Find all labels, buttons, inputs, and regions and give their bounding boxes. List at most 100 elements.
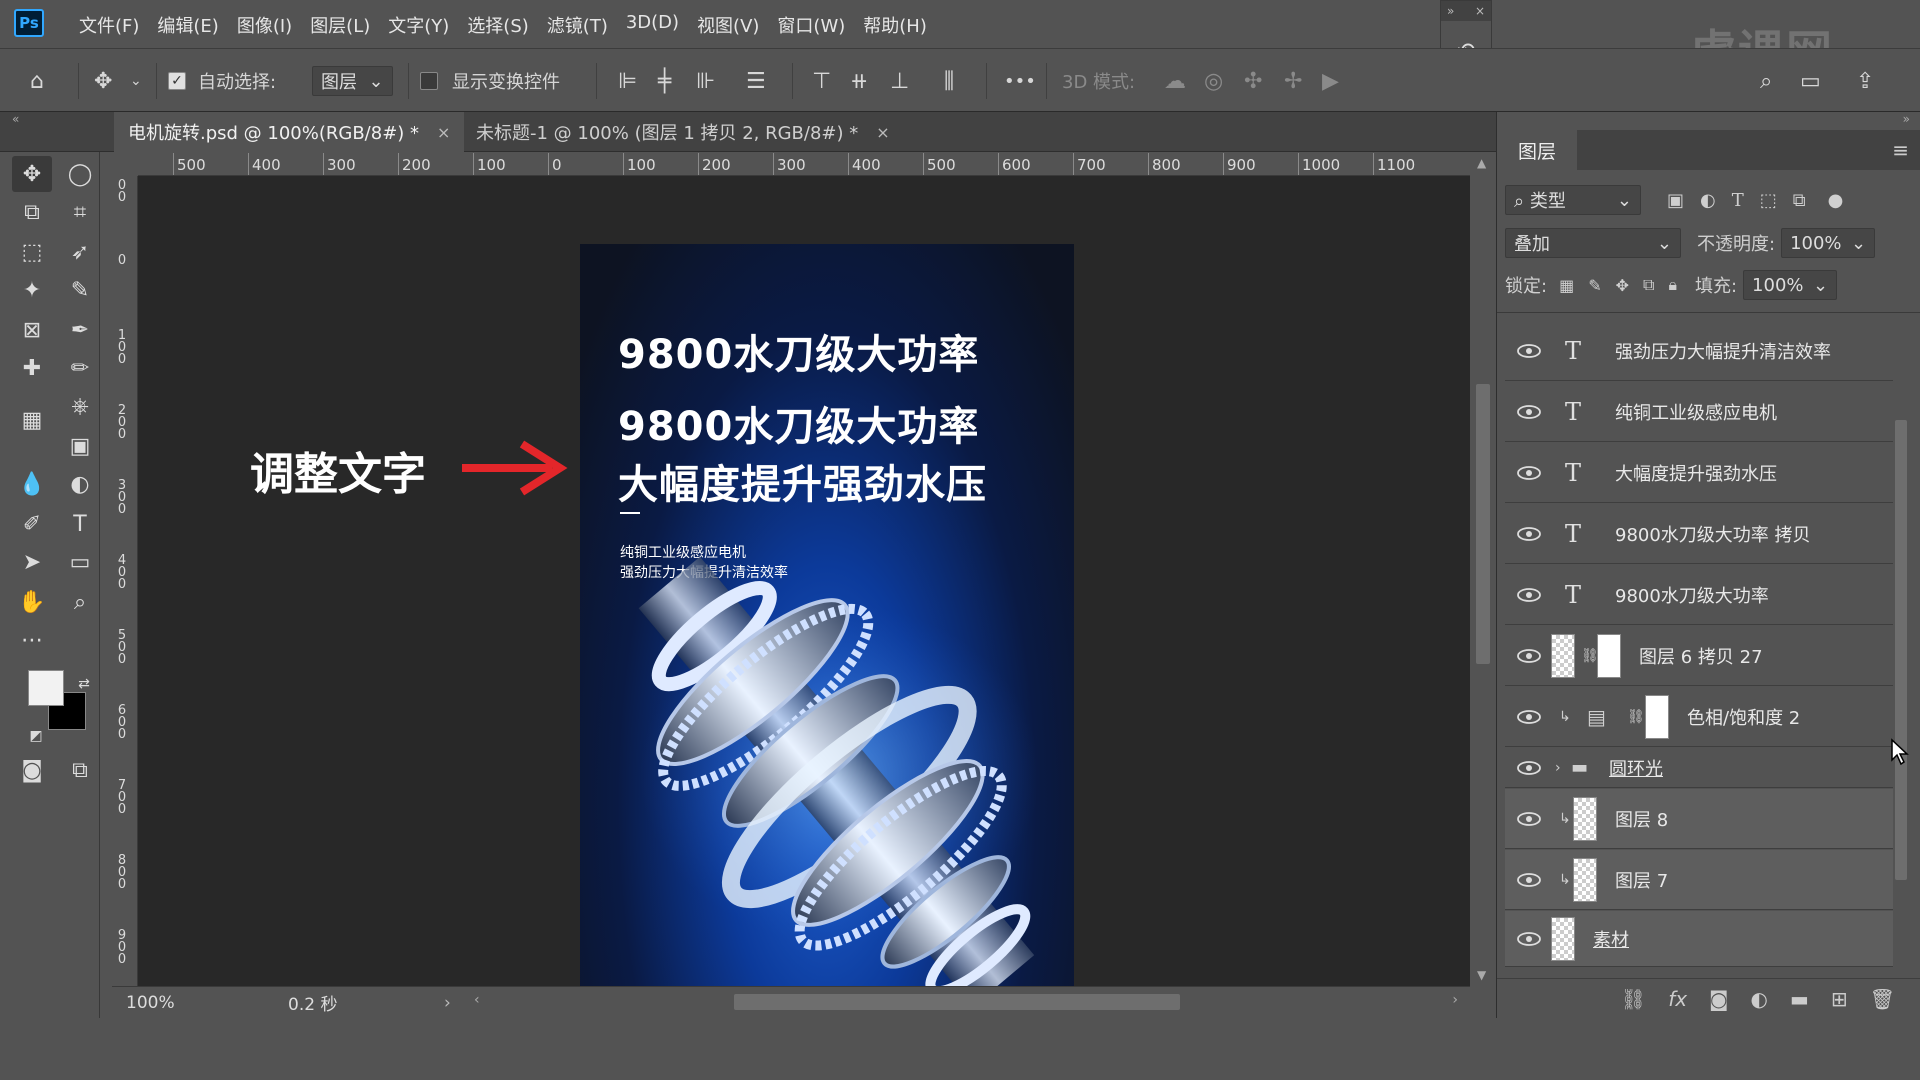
artboard-tool-icon[interactable]: ⧉ <box>12 194 52 230</box>
layer-group-row[interactable]: › ▬ 圆环光 <box>1505 748 1893 788</box>
screen-mode-icon[interactable]: ⧉ <box>60 752 100 788</box>
scroll-up-icon[interactable]: ▲ <box>1477 156 1486 170</box>
filter-pixel-icon[interactable]: ▣ <box>1667 190 1684 211</box>
scroll-down-icon[interactable]: ▼ <box>1477 968 1486 982</box>
filter-type-icon[interactable]: T <box>1732 190 1744 211</box>
layer-thumbnail[interactable] <box>1573 858 1597 902</box>
layer-row[interactable]: T 纯铜工业级感应电机 <box>1505 382 1893 442</box>
layer-row[interactable]: T 9800水刀级大功率 拷贝 <box>1505 504 1893 564</box>
align-hcenter-icon[interactable]: ╪ <box>658 49 671 113</box>
menu-3d[interactable]: 3D(D) <box>617 12 688 38</box>
menu-help[interactable]: 帮助(H) <box>854 12 936 38</box>
new-group-icon[interactable]: ▬ <box>1790 987 1809 1011</box>
gradient-tool-icon[interactable]: ▣ <box>60 428 100 464</box>
pen-tool-icon[interactable]: ✐ <box>12 506 52 542</box>
canvas-vertical-scrollbar[interactable]: ▲ ▼ <box>1470 152 1496 986</box>
menu-select[interactable]: 选择(S) <box>458 12 537 38</box>
link-chain-icon[interactable]: ⛓ <box>1627 709 1645 725</box>
menu-edit[interactable]: 编辑(E) <box>148 12 227 38</box>
align-left-icon[interactable]: ⊫ <box>618 49 637 113</box>
filter-smart-object-icon[interactable]: ⧉ <box>1793 190 1806 211</box>
layers-scrollbar[interactable] <box>1893 320 1909 970</box>
hue-saturation-icon[interactable]: ▤ <box>1587 705 1606 729</box>
filter-toggle-icon[interactable]: ● <box>1828 190 1844 211</box>
add-mask-icon[interactable]: ◙ <box>1709 987 1728 1011</box>
headline-3[interactable]: 大幅度提升强劲水压 <box>618 452 987 510</box>
menu-filter[interactable]: 滤镜(T) <box>538 12 617 38</box>
filter-shape-icon[interactable]: ⬚ <box>1760 190 1777 211</box>
close-icon[interactable]: × <box>1475 4 1485 18</box>
filter-adjustment-icon[interactable]: ◐ <box>1700 190 1716 211</box>
tab-untitled-1[interactable]: 未标题-1 @ 100% (图层 1 拷贝 2, RGB/8#) * × <box>462 112 904 152</box>
move-tool-icon[interactable]: ✥ <box>12 156 52 192</box>
visibility-eye-icon[interactable] <box>1517 343 1541 359</box>
expand-icon[interactable]: » <box>1447 4 1454 18</box>
type-tool-icon[interactable]: T <box>60 506 100 542</box>
menu-type[interactable]: 文字(Y) <box>379 12 458 38</box>
zoom-level[interactable]: 100% <box>126 993 175 1013</box>
move-tool-icon[interactable]: ✥ <box>94 49 112 113</box>
headline-2[interactable]: 9800水刀级大功率 <box>618 394 979 452</box>
document-canvas[interactable]: 9800水刀级大功率 9800水刀级大功率 大幅度提升强劲水压 纯铜工业级感应电… <box>580 244 1074 986</box>
default-colors-icon[interactable]: ◩ <box>16 718 56 754</box>
panel-menu-icon[interactable]: ≡ <box>1892 138 1909 162</box>
fill-field[interactable]: 100% ⌄ <box>1743 270 1838 300</box>
layer-row[interactable]: T 大幅度提升强劲水压 <box>1505 443 1893 503</box>
3d-slide-icon[interactable]: ✢ <box>1284 49 1302 113</box>
visibility-eye-icon[interactable] <box>1517 648 1541 664</box>
lock-position-icon[interactable]: ✥ <box>1616 276 1629 295</box>
tab-motor-psd[interactable]: 电机旋转.psd @ 100%(RGB/8#) * × <box>114 112 465 152</box>
align-vcenter-icon[interactable]: ⧺ <box>850 49 868 113</box>
layers-scroll-thumb[interactable] <box>1895 420 1907 880</box>
collapse-toolbar-icon[interactable]: « <box>12 112 19 126</box>
menu-layer[interactable]: 图层(L) <box>301 12 379 38</box>
foreground-color-swatch[interactable] <box>28 670 64 706</box>
distribute-icon[interactable]: ☰ <box>746 49 766 113</box>
layer-row[interactable]: T 9800水刀级大功率 <box>1505 565 1893 625</box>
layer-thumbnail[interactable] <box>1573 797 1597 841</box>
visibility-eye-icon[interactable] <box>1517 587 1541 603</box>
status-expand-icon[interactable]: › <box>444 993 451 1013</box>
show-transform-checkbox[interactable] <box>420 49 438 113</box>
adjustment-mask-thumbnail[interactable] <box>1645 695 1669 739</box>
dodge-tool-icon[interactable]: ◐ <box>60 466 100 502</box>
menu-view[interactable]: 视图(V) <box>688 12 768 38</box>
menu-window[interactable]: 窗口(W) <box>768 12 854 38</box>
rect-marquee-icon[interactable]: ⬚ <box>12 234 52 270</box>
3d-camera-icon[interactable]: ▶ <box>1322 49 1339 113</box>
new-layer-icon[interactable]: ⊞ <box>1831 987 1848 1011</box>
layer-thumbnail[interactable] <box>1551 634 1575 678</box>
ellipse-marquee-icon[interactable]: ◯ <box>60 156 100 192</box>
search-icon[interactable]: ⌕ <box>1760 49 1772 113</box>
quick-mask-icon[interactable]: ◙ <box>12 752 52 788</box>
lock-transparent-icon[interactable]: ▦ <box>1559 276 1574 295</box>
headline-1[interactable]: 9800水刀级大功率 <box>618 322 979 380</box>
more-tools-icon[interactable]: ⋯ <box>12 622 52 658</box>
visibility-eye-icon[interactable] <box>1517 811 1541 827</box>
visibility-eye-icon[interactable] <box>1517 526 1541 542</box>
visibility-eye-icon[interactable] <box>1517 709 1541 725</box>
magic-wand-icon[interactable]: ✦ <box>12 272 52 308</box>
frame-tool-icon[interactable]: ⊠ <box>12 312 52 348</box>
visibility-eye-icon[interactable] <box>1517 760 1541 776</box>
eyedropper-icon[interactable]: ✒ <box>60 312 100 348</box>
canvas-horizontal-scrollbar[interactable]: ‹ › <box>472 986 1460 1018</box>
align-top-icon[interactable]: ⊤ <box>812 49 831 113</box>
filter-kind-dropdown[interactable]: ⌕ 类型 ⌄ <box>1505 185 1641 215</box>
layer-row[interactable]: 素材 <box>1505 911 1893 967</box>
horizontal-scroll-thumb[interactable] <box>734 994 1180 1010</box>
auto-select-checkbox[interactable]: ✓ <box>168 49 186 113</box>
layer-row[interactable]: ↳ 图层 7 <box>1505 850 1893 910</box>
visibility-eye-icon[interactable] <box>1517 872 1541 888</box>
fx-icon[interactable]: fx <box>1668 987 1687 1011</box>
scroll-right-icon[interactable]: › <box>1452 992 1458 1008</box>
clone-stamp-icon[interactable]: ⎈ <box>60 388 100 424</box>
lock-artboard-icon[interactable]: ⧉ <box>1643 275 1654 295</box>
zoom-tool-icon[interactable]: ⌕ <box>60 584 100 620</box>
path-select-icon[interactable]: ➤ <box>12 544 52 580</box>
layer-row[interactable]: ↳ ▤ ⛓ 色相/饱和度 2 <box>1505 687 1893 747</box>
layer-row[interactable]: T 强劲压力大幅提升清洁效率 <box>1505 321 1893 381</box>
brush-select-icon[interactable]: ✎ <box>60 272 100 308</box>
align-right-icon[interactable]: ⊪ <box>696 49 715 113</box>
adjustment-layer-icon[interactable]: ◐ <box>1750 987 1767 1011</box>
